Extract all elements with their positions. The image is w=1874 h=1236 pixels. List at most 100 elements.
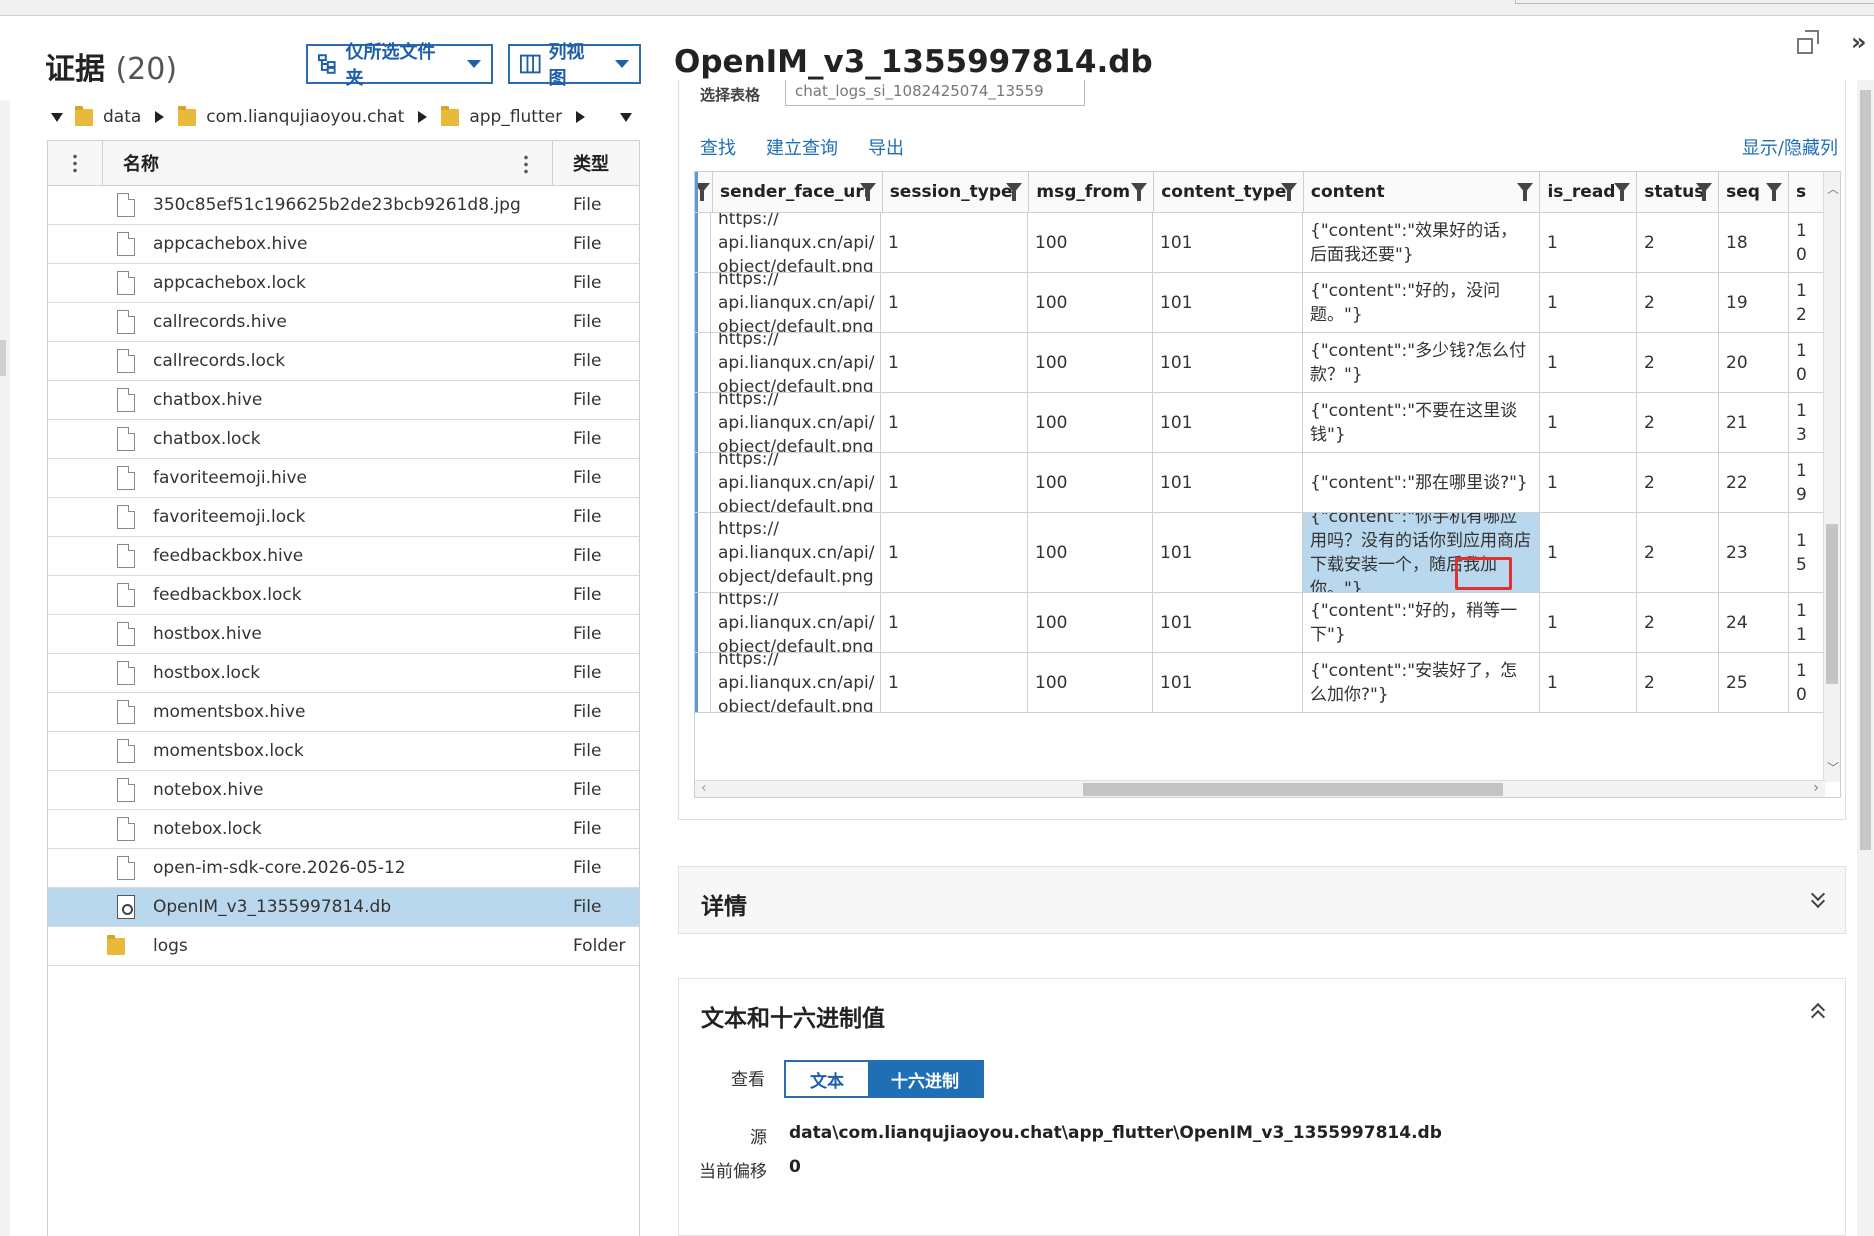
cell-status[interactable]: 2: [1637, 333, 1719, 392]
cell-sender-face-url[interactable]: https:// api.lianqux.cn/api/object/defaul…: [711, 593, 881, 652]
breadcrumb-item-app-flutter[interactable]: app_flutter: [469, 107, 562, 127]
cell-content-type[interactable]: 101: [1153, 333, 1303, 392]
column-options-grip[interactable]: [48, 141, 103, 185]
scroll-up-icon[interactable]: ︿: [1827, 180, 1839, 197]
cell-s[interactable]: 1 1: [1789, 593, 1825, 652]
cell-s[interactable]: 1 0: [1789, 333, 1825, 392]
filter-icon[interactable]: [698, 183, 710, 201]
export-link[interactable]: 导出: [868, 134, 904, 160]
file-row[interactable]: favoriteemoji.lock File: [48, 498, 639, 537]
cell-seq[interactable]: 18: [1719, 213, 1789, 272]
table-row[interactable]: https:// api.lianqux.cn/api/object/defaul…: [695, 593, 1825, 653]
cell-s[interactable]: 1 5: [1789, 513, 1825, 592]
details-section[interactable]: 详情: [678, 866, 1846, 934]
cell-content-type[interactable]: 101: [1153, 393, 1303, 452]
cell-msg-from[interactable]: 100: [1028, 653, 1153, 712]
filter-icon[interactable]: [1766, 183, 1783, 201]
cell-is-read[interactable]: 1: [1540, 333, 1637, 392]
cell-s[interactable]: 1 2: [1789, 273, 1825, 332]
cell-sender-face-url[interactable]: https:// api.lianqux.cn/api/object/defaul…: [711, 653, 881, 712]
file-row[interactable]: feedbackbox.hive File: [48, 537, 639, 576]
breadcrumb-dropdown-icon[interactable]: [620, 113, 632, 122]
cell-content[interactable]: {"content":"好的，稍等一下"}: [1303, 593, 1540, 652]
file-row[interactable]: favoriteemoji.hive File: [48, 459, 639, 498]
table-row[interactable]: https:// api.lianqux.cn/api/object/defaul…: [695, 513, 1825, 593]
column-header-session-type[interactable]: session_type: [883, 172, 1030, 212]
cell-is-read[interactable]: 1: [1540, 213, 1637, 272]
file-row[interactable]: notebox.lock File: [48, 810, 639, 849]
collapse-panel-icon[interactable]: »: [1851, 28, 1867, 56]
filter-icon[interactable]: [1696, 183, 1713, 201]
file-row[interactable]: appcachebox.lock File: [48, 264, 639, 303]
cell-content[interactable]: {"content":"好的，没问题。"}: [1303, 273, 1540, 332]
file-row[interactable]: momentsbox.lock File: [48, 732, 639, 771]
cell-content[interactable]: {"content":"安装好了，怎么加你?"}: [1303, 653, 1540, 712]
cell-sender-face-url[interactable]: https:// api.lianqux.cn/api/object/defaul…: [711, 213, 881, 272]
cell-is-read[interactable]: 1: [1540, 273, 1637, 332]
table-row[interactable]: https:// api.lianqux.cn/api/object/defaul…: [695, 273, 1825, 333]
cell-content-type[interactable]: 101: [1153, 213, 1303, 272]
cell-session-type[interactable]: 1: [881, 593, 1028, 652]
breadcrumb-separator-icon[interactable]: [155, 111, 165, 123]
cell-status[interactable]: 2: [1637, 653, 1719, 712]
column-header-sender-face-url[interactable]: sender_face_url: [713, 172, 883, 212]
scrollbar-thumb[interactable]: [1826, 524, 1838, 684]
cell-is-read[interactable]: 1: [1540, 393, 1637, 452]
column-header-name[interactable]: 名称: [103, 141, 553, 185]
breadcrumb-separator-icon[interactable]: [418, 111, 428, 123]
row-selector[interactable]: [695, 273, 711, 332]
cell-session-type[interactable]: 1: [881, 513, 1028, 592]
hex-tab[interactable]: 十六进制: [868, 1062, 982, 1096]
file-row[interactable]: callrecords.lock File: [48, 342, 639, 381]
cell-msg-from[interactable]: 100: [1028, 213, 1153, 272]
cell-status[interactable]: 2: [1637, 513, 1719, 592]
cell-msg-from[interactable]: 100: [1028, 393, 1153, 452]
cell-is-read[interactable]: 1: [1540, 513, 1637, 592]
cell-seq[interactable]: 19: [1719, 273, 1789, 332]
file-row[interactable]: momentsbox.hive File: [48, 693, 639, 732]
cell-content[interactable]: {"content":"效果好的话，后面我还要"}: [1303, 213, 1540, 272]
file-row[interactable]: 350c85ef51c196625b2de23bcb9261d8.jpg File: [48, 186, 639, 225]
file-row[interactable]: open-im-sdk-core.2026-05-12 File: [48, 849, 639, 888]
cell-seq[interactable]: 23: [1719, 513, 1789, 592]
cell-content[interactable]: {"content":"不要在这里谈钱"}: [1303, 393, 1540, 452]
file-row[interactable]: hostbox.lock File: [48, 654, 639, 693]
cell-sender-face-url[interactable]: https:// api.lianqux.cn/api/object/defaul…: [711, 513, 881, 592]
scroll-right-icon[interactable]: ›: [1813, 780, 1819, 796]
table-row[interactable]: https:// api.lianqux.cn/api/object/defaul…: [695, 213, 1825, 273]
cell-content[interactable]: {"content":"多少钱?怎么付款？"}: [1303, 333, 1540, 392]
splitter-handle[interactable]: [0, 340, 6, 376]
column-header-is-read[interactable]: is_read: [1540, 172, 1638, 212]
row-selector[interactable]: [695, 393, 711, 452]
grid-vertical-scrollbar[interactable]: ︿ ﹀: [1823, 172, 1840, 782]
file-row[interactable]: feedbackbox.lock File: [48, 576, 639, 615]
cell-msg-from[interactable]: 100: [1028, 593, 1153, 652]
row-selector[interactable]: [695, 513, 711, 592]
cell-s[interactable]: 1 3: [1789, 393, 1825, 452]
cell-sender-face-url[interactable]: https:// api.lianqux.cn/api/object/defaul…: [711, 453, 881, 512]
scrollbar-thumb[interactable]: [1860, 90, 1871, 850]
cell-msg-from[interactable]: 100: [1028, 333, 1153, 392]
text-tab[interactable]: 文本: [786, 1062, 868, 1096]
cell-msg-from[interactable]: 100: [1028, 453, 1153, 512]
find-link[interactable]: 查找: [700, 134, 736, 160]
file-row[interactable]: callrecords.hive File: [48, 303, 639, 342]
build-query-link[interactable]: 建立查询: [766, 134, 838, 160]
cell-session-type[interactable]: 1: [881, 273, 1028, 332]
row-selector[interactable]: [695, 593, 711, 652]
cell-content[interactable]: {"content":"那在哪里谈?"}: [1303, 453, 1540, 512]
cell-session-type[interactable]: 1: [881, 393, 1028, 452]
collapse-icon[interactable]: [1811, 1003, 1827, 1019]
table-row[interactable]: https:// api.lianqux.cn/api/object/defaul…: [695, 393, 1825, 453]
cell-is-read[interactable]: 1: [1540, 593, 1637, 652]
column-header-type[interactable]: 类型: [553, 141, 639, 185]
cell-session-type[interactable]: 1: [881, 213, 1028, 272]
cell-status[interactable]: 2: [1637, 273, 1719, 332]
show-hide-columns-link[interactable]: 显示/隐藏列: [1742, 134, 1838, 160]
cell-status[interactable]: 2: [1637, 213, 1719, 272]
cell-status[interactable]: 2: [1637, 453, 1719, 512]
table-row[interactable]: https:// api.lianqux.cn/api/object/defaul…: [695, 453, 1825, 513]
cell-seq[interactable]: 25: [1719, 653, 1789, 712]
filter-icon[interactable]: [1006, 183, 1023, 201]
table-row[interactable]: https:// api.lianqux.cn/api/object/defaul…: [695, 653, 1825, 713]
